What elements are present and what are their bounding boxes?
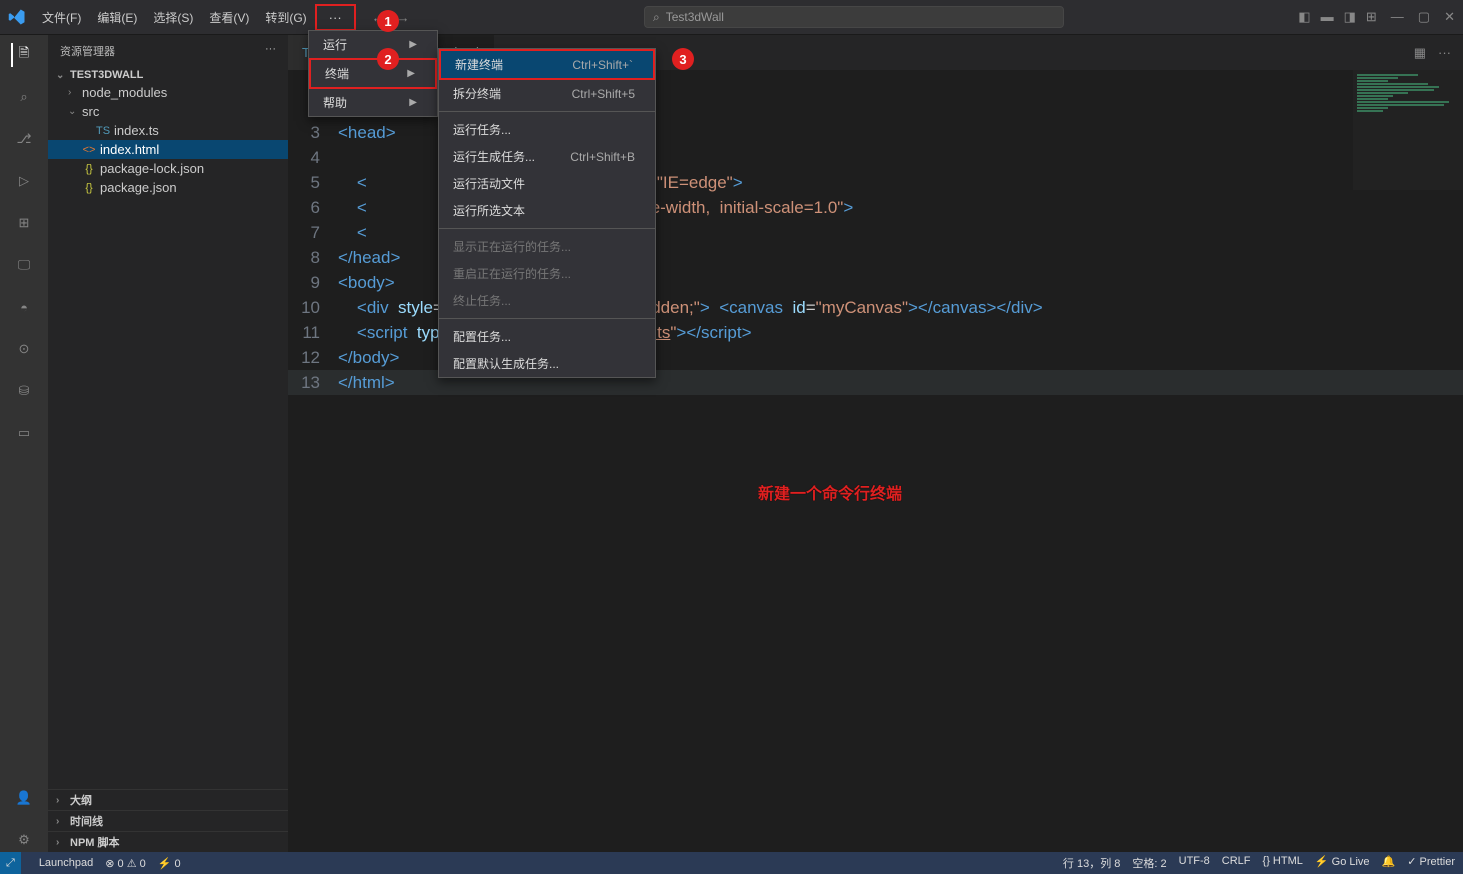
- main: 🗎 ⌕ ⎇ ▷ ⊞ 🖵 ◓ ⊙ ⛁ ▭ 👤 ⚙ 资源管理器 ··· ⌄ TEST…: [0, 35, 1463, 852]
- status-item[interactable]: ⊗ 0 ⚠ 0: [105, 857, 145, 870]
- settings-gear-icon[interactable]: ⚙: [12, 828, 36, 852]
- explorer-icon[interactable]: 🗎: [11, 43, 35, 67]
- status-item[interactable]: 行 13，列 8: [1063, 855, 1120, 871]
- remote-explorer-icon[interactable]: 🖵: [12, 253, 36, 277]
- minimap[interactable]: [1353, 70, 1463, 190]
- command-center-search[interactable]: ⌕ Test3dWall: [644, 6, 1064, 28]
- layout-icons: ◧ ▬ ◨ ⊞: [1298, 9, 1377, 25]
- project-root[interactable]: ⌄ TEST3DWALL: [48, 67, 288, 83]
- search-placeholder: Test3dWall: [666, 10, 724, 24]
- tree-item[interactable]: ⌄src: [48, 102, 288, 121]
- status-bar: ⤢ Launchpad ⊗ 0 ⚠ 0 ⚡ 0 行 13，列 8 空格: 2 UTF-8…: [0, 852, 1463, 874]
- submenu-item: 终止任务...: [439, 287, 655, 314]
- run-debug-icon[interactable]: ▷: [12, 169, 36, 193]
- maximize-icon[interactable]: ▢: [1418, 9, 1430, 25]
- sidebar-section[interactable]: ›NPM 脚本: [48, 831, 288, 852]
- menu-bar: 文件(F)编辑(E)选择(S)查看(V)转到(G): [34, 5, 315, 30]
- status-item[interactable]: ⚡ 0: [158, 857, 181, 870]
- status-item[interactable]: UTF-8: [1179, 855, 1210, 871]
- tree-item[interactable]: TSindex.ts: [48, 121, 288, 140]
- sidebar-more-icon[interactable]: ···: [265, 43, 276, 59]
- minimize-icon[interactable]: —: [1391, 9, 1404, 25]
- remote-indicator[interactable]: ⤢: [0, 852, 21, 874]
- menu-item[interactable]: 运行▶: [309, 31, 437, 58]
- annotation-circle-3: 3: [672, 48, 694, 70]
- tree-item[interactable]: ›node_modules: [48, 83, 288, 102]
- status-item[interactable]: 🔔: [1382, 855, 1396, 871]
- submenu-item[interactable]: 拆分终端Ctrl+Shift+5: [439, 80, 655, 107]
- window-controls: — ▢ ✕: [1391, 9, 1455, 25]
- extensions-icon[interactable]: ⊞: [12, 211, 36, 235]
- search-icon[interactable]: ⌕: [12, 85, 36, 109]
- sidebar: 资源管理器 ··· ⌄ TEST3DWALL ›node_modules⌄src…: [48, 35, 288, 852]
- tree-item[interactable]: {}package.json: [48, 178, 288, 197]
- submenu-item[interactable]: 运行所选文本: [439, 197, 655, 224]
- tab-more-icon[interactable]: ···: [1438, 45, 1451, 61]
- menu-item[interactable]: 选择(S): [145, 5, 201, 30]
- annotation-circle-2: 2: [377, 48, 399, 70]
- activity-bar: 🗎 ⌕ ⎇ ▷ ⊞ 🖵 ◓ ⊙ ⛁ ▭ 👤 ⚙: [0, 35, 48, 852]
- menu-item[interactable]: 编辑(E): [89, 5, 145, 30]
- layout-customize-icon[interactable]: ⊞: [1366, 9, 1377, 25]
- status-item[interactable]: {} HTML: [1263, 855, 1303, 871]
- menu-item[interactable]: 文件(F): [34, 5, 89, 30]
- overflow-menu: 运行▶终端▶帮助▶: [308, 30, 438, 117]
- chevron-down-icon: ⌄: [56, 70, 66, 81]
- file-tree: ›node_modules⌄srcTSindex.ts<>index.html{…: [48, 83, 288, 789]
- status-item[interactable]: Launchpad: [39, 857, 93, 869]
- annotation-circle-1: 1: [377, 10, 399, 32]
- terminal-submenu: 新建终端Ctrl+Shift+`拆分终端Ctrl+Shift+5运行任务...运…: [438, 48, 656, 378]
- status-item[interactable]: ⚡ Go Live: [1315, 855, 1370, 871]
- source-control-icon[interactable]: ⎇: [12, 127, 36, 151]
- sidebar-section[interactable]: ›时间线: [48, 810, 288, 831]
- layout-sidebar-right-icon[interactable]: ◨: [1344, 9, 1356, 25]
- submenu-item[interactable]: 运行任务...: [439, 116, 655, 143]
- menu-more-button[interactable]: ···: [315, 4, 356, 31]
- docker-icon[interactable]: ◓: [12, 295, 36, 319]
- project-name: TEST3DWALL: [70, 69, 143, 81]
- menu-item[interactable]: 转到(G): [257, 5, 314, 30]
- database-icon[interactable]: ⛁: [12, 379, 36, 403]
- tab-action-icon[interactable]: ▦: [1414, 45, 1426, 61]
- submenu-item[interactable]: 新建终端Ctrl+Shift+`: [439, 49, 655, 80]
- status-item[interactable]: ✓ Prettier: [1407, 855, 1455, 871]
- layout-panel-icon[interactable]: ▬: [1321, 9, 1334, 25]
- menu-item[interactable]: 终端▶: [309, 58, 437, 89]
- submenu-item[interactable]: 配置默认生成任务...: [439, 350, 655, 377]
- menu-item[interactable]: 帮助▶: [309, 89, 437, 116]
- search-icon: ⌕: [653, 10, 660, 25]
- submenu-item: 显示正在运行的任务...: [439, 233, 655, 260]
- vscode-icon: [8, 8, 26, 26]
- annotation-text: 新建一个命令行终端: [758, 480, 902, 504]
- sidebar-section[interactable]: ›大纲: [48, 789, 288, 810]
- status-item[interactable]: 空格: 2: [1132, 855, 1166, 871]
- testing-icon[interactable]: ⊙: [12, 337, 36, 361]
- tree-item[interactable]: <>index.html: [48, 140, 288, 159]
- submenu-item[interactable]: 运行生成任务...Ctrl+Shift+B: [439, 143, 655, 170]
- submenu-item[interactable]: 配置任务...: [439, 323, 655, 350]
- sidebar-bottom-sections: ›大纲›时间线›NPM 脚本: [48, 789, 288, 852]
- submenu-item[interactable]: 运行活动文件: [439, 170, 655, 197]
- status-right: 行 13，列 8 空格: 2 UTF-8 CRLF {} HTML ⚡ Go Live 🔔 ✓…: [1063, 855, 1455, 871]
- titlebar: 文件(F)编辑(E)选择(S)查看(V)转到(G) ··· ← → ⌕ Test…: [0, 0, 1463, 35]
- sidebar-title: 资源管理器 ···: [48, 35, 288, 67]
- sidebar-title-label: 资源管理器: [60, 43, 115, 59]
- menu-item[interactable]: 查看(V): [201, 5, 257, 30]
- submenu-item: 重启正在运行的任务...: [439, 260, 655, 287]
- tree-item[interactable]: {}package-lock.json: [48, 159, 288, 178]
- accounts-icon[interactable]: 👤: [12, 786, 36, 810]
- layout-sidebar-left-icon[interactable]: ◧: [1298, 9, 1310, 25]
- other-icon[interactable]: ▭: [12, 421, 36, 445]
- status-left: ⤢ Launchpad⊗ 0 ⚠ 0⚡ 0: [8, 852, 181, 874]
- close-icon[interactable]: ✕: [1444, 9, 1455, 25]
- status-item[interactable]: CRLF: [1222, 855, 1251, 871]
